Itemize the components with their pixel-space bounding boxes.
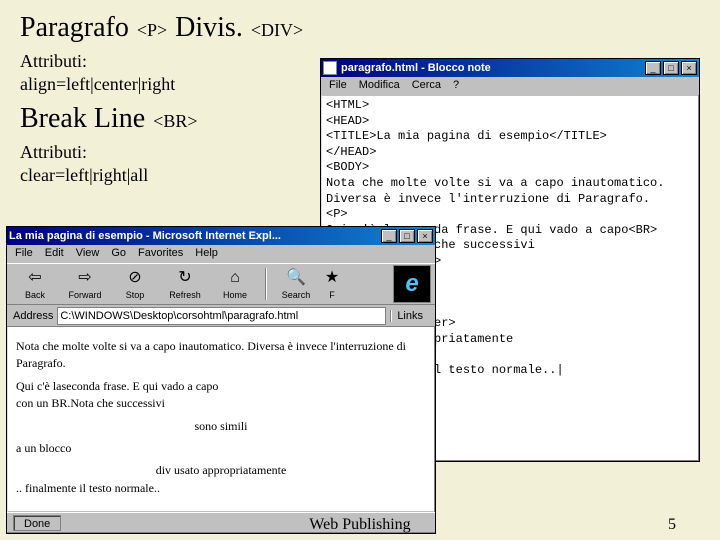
- stop-button[interactable]: ⊘ Stop: [111, 268, 159, 300]
- ie-body-p1: Nota che molte volte si va a capo inauto…: [16, 338, 426, 373]
- home-button[interactable]: ⌂ Home: [211, 268, 259, 300]
- notepad-title: paragrafo.html - Blocco note: [323, 61, 491, 75]
- stop-label: Stop: [126, 290, 145, 300]
- search-label: Search: [282, 290, 311, 300]
- stop-icon: ⊘: [125, 268, 145, 288]
- refresh-label: Refresh: [169, 290, 201, 300]
- page-number: 5: [668, 516, 676, 534]
- ie-page-content: Nota che molte volte si va a capo inauto…: [8, 327, 434, 511]
- maximize-button[interactable]: □: [663, 61, 679, 75]
- back-label: Back: [25, 290, 45, 300]
- ie-toolbar: ⇦ Back ⇨ Forward ⊘ Stop ↻ Refresh ⌂ Home 🔍 Sea…: [7, 263, 435, 305]
- star-icon: ★: [322, 268, 342, 288]
- close-button[interactable]: ×: [681, 61, 697, 75]
- notepad-window-controls: _ □ ×: [645, 61, 697, 75]
- notepad-menu-help[interactable]: ?: [453, 79, 459, 93]
- heading-br-word: Break Line: [20, 103, 145, 135]
- heading-breakline: Break Line <BR>: [20, 103, 325, 135]
- ie-titlebar[interactable]: La mia pagina di esempio - Microsoft Int…: [7, 227, 435, 245]
- refresh-button[interactable]: ↻ Refresh: [161, 268, 209, 300]
- br-attr-values: clear=left|right|all: [20, 164, 325, 187]
- favorites-button[interactable]: ★F: [322, 268, 342, 300]
- heading-br-tag: <BR>: [153, 111, 197, 132]
- search-icon: 🔍: [286, 268, 306, 288]
- footer-label: Web Publishing: [309, 516, 410, 534]
- ie-menu-file[interactable]: File: [15, 247, 33, 261]
- notepad-icon: [323, 61, 337, 75]
- back-button[interactable]: ⇦ Back: [11, 268, 59, 300]
- notepad-title-text: paragrafo.html - Blocco note: [341, 62, 491, 74]
- heading-div-tag: <DIV>: [251, 20, 303, 41]
- ie-menu-favorites[interactable]: Favorites: [138, 247, 183, 261]
- home-label: Home: [223, 290, 247, 300]
- ie-body-p2: Qui c'è laseconda frase. E qui vado a ca…: [16, 378, 426, 413]
- minimize-button[interactable]: _: [645, 61, 661, 75]
- heading-paragrafo-div: Paragrafo <P> Divis. <DIV>: [20, 12, 325, 44]
- refresh-icon: ↻: [175, 268, 195, 288]
- ie-title-text: La mia pagina di esempio - Microsoft Int…: [9, 230, 281, 242]
- address-input[interactable]: [57, 307, 386, 325]
- home-icon: ⌂: [225, 268, 245, 288]
- ie-body-p4: a un blocco: [16, 440, 426, 457]
- search-button[interactable]: 🔍 Search: [272, 268, 320, 300]
- links-button[interactable]: Links: [390, 310, 429, 322]
- notepad-titlebar[interactable]: paragrafo.html - Blocco note _ □ ×: [321, 59, 699, 77]
- favs-label: F: [329, 290, 335, 300]
- ie-window-controls: _ □ ×: [381, 229, 433, 243]
- forward-button[interactable]: ⇨ Forward: [61, 268, 109, 300]
- forward-arrow-icon: ⇨: [75, 268, 95, 288]
- notepad-menu: File Modifica Cerca ?: [321, 77, 699, 95]
- notepad-menu-modifica[interactable]: Modifica: [359, 79, 400, 93]
- notepad-menu-cerca[interactable]: Cerca: [412, 79, 441, 93]
- ie-menu: File Edit View Go Favorites Help: [7, 245, 435, 263]
- ie-title: La mia pagina di esempio - Microsoft Int…: [9, 230, 281, 242]
- p-attributes: Attributi: align=left|center|right: [20, 50, 325, 95]
- ie-body-p6: .. finalmente il testo normale..: [16, 481, 160, 495]
- ie-menu-go[interactable]: Go: [111, 247, 126, 261]
- br-attributes: Attributi: clear=left|right|all: [20, 141, 325, 186]
- ie-minimize-button[interactable]: _: [381, 229, 397, 243]
- slide-footer: Web Publishing 5: [0, 516, 720, 534]
- toolbar-separator: [265, 268, 266, 300]
- ie-body-p5: div usato appropriatamente: [16, 462, 426, 479]
- ie-logo-icon: e: [393, 265, 431, 303]
- ie-window: La mia pagina di esempio - Microsoft Int…: [6, 226, 436, 534]
- heading-divis: Divis.: [175, 12, 243, 44]
- heading-paragrafo: Paragrafo: [20, 12, 129, 44]
- ie-menu-help[interactable]: Help: [195, 247, 218, 261]
- ie-body-p3: sono simili: [16, 418, 426, 435]
- ie-maximize-button[interactable]: □: [399, 229, 415, 243]
- ie-menu-edit[interactable]: Edit: [45, 247, 64, 261]
- notepad-menu-file[interactable]: File: [329, 79, 347, 93]
- back-arrow-icon: ⇦: [25, 268, 45, 288]
- br-attr-label: Attributi:: [20, 141, 325, 164]
- heading-p-tag: <P>: [137, 20, 167, 41]
- left-column: Paragrafo <P> Divis. <DIV> Attributi: al…: [20, 12, 325, 186]
- ie-menu-view[interactable]: View: [76, 247, 100, 261]
- slide: Paragrafo <P> Divis. <DIV> Attributi: al…: [0, 0, 720, 540]
- address-label: Address: [13, 310, 53, 322]
- ie-close-button[interactable]: ×: [417, 229, 433, 243]
- p-attr-label: Attributi:: [20, 50, 325, 73]
- ie-address-bar: Address Links: [7, 305, 435, 327]
- p-attr-values: align=left|center|right: [20, 73, 325, 96]
- forward-label: Forward: [68, 290, 101, 300]
